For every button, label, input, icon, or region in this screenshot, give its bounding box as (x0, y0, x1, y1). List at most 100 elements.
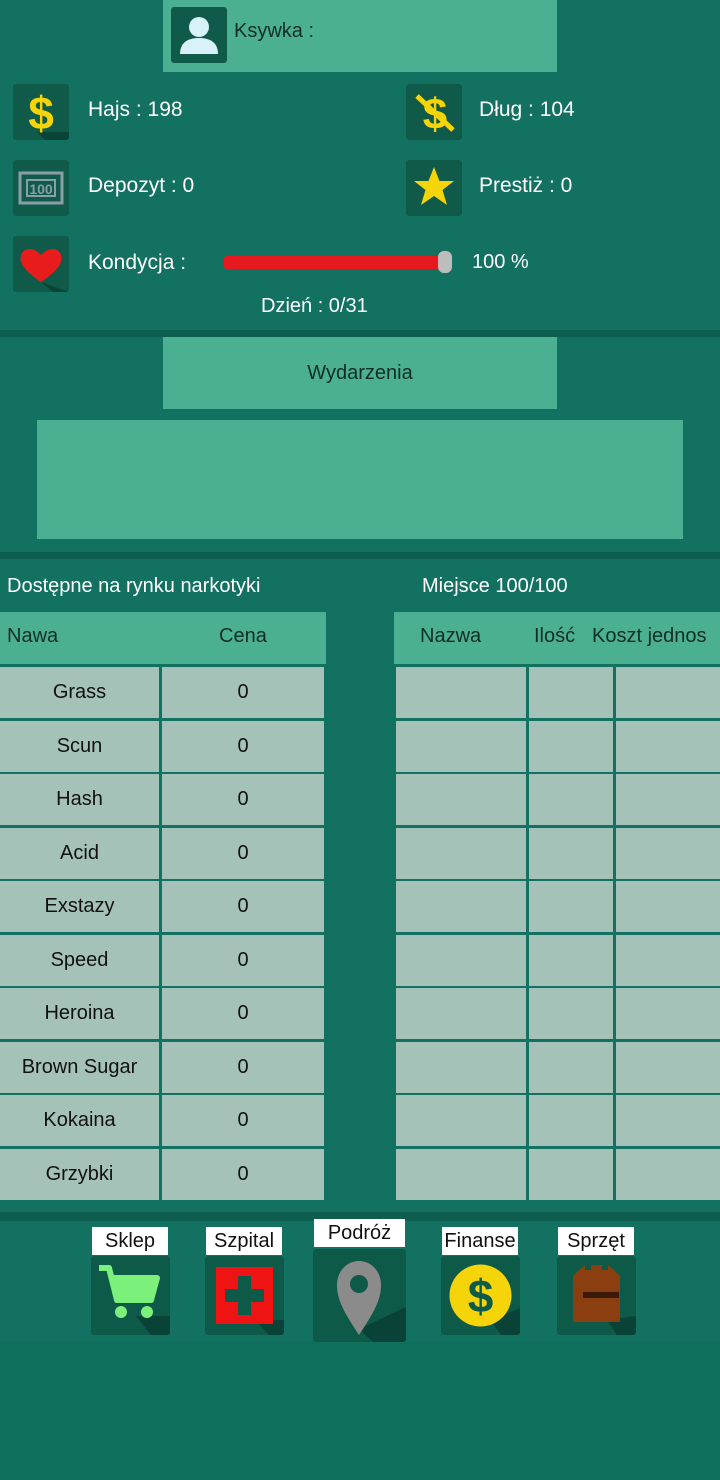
inventory-row-name[interactable] (396, 1042, 526, 1093)
market-row-name[interactable]: Grzybki (0, 1149, 159, 1200)
divider (0, 552, 720, 559)
market-row-price[interactable]: 0 (162, 828, 324, 879)
market-title: Dostępne na rynku narkotyki (7, 575, 261, 597)
inventory-row-quantity[interactable] (529, 774, 613, 825)
market-row-name[interactable]: Acid (0, 828, 159, 879)
inventory-row-unit-cost[interactable] (616, 881, 720, 932)
nav-shop-label: Sklep (92, 1227, 168, 1255)
inventory-row-unit-cost[interactable] (616, 721, 720, 772)
nav-equipment-button[interactable]: Sprzęt (557, 1227, 636, 1335)
inventory-row-unit-cost[interactable] (616, 935, 720, 986)
market-row-name[interactable]: Exstazy (0, 881, 159, 932)
inventory-row-unit-cost[interactable] (616, 1095, 720, 1146)
inventory-row-quantity[interactable] (529, 1095, 613, 1146)
market-row-price[interactable]: 0 (162, 881, 324, 932)
market-row-price[interactable]: 0 (162, 988, 324, 1039)
market-row-price[interactable]: 0 (162, 1095, 324, 1146)
prestige-label: Prestiż : 0 (479, 174, 573, 197)
column-header-name: Nawa (7, 625, 59, 647)
market-table-header: Nawa Cena (0, 612, 326, 664)
map-pin-icon (313, 1249, 406, 1342)
condition-bar (224, 256, 446, 269)
market-row-name[interactable]: Kokaina (0, 1095, 159, 1146)
backpack-icon (557, 1256, 636, 1335)
column-header-unit-cost: Koszt jednos (592, 625, 707, 647)
inventory-row-name[interactable] (396, 881, 526, 932)
inventory-row-quantity[interactable] (529, 935, 613, 986)
condition-bar-knob (438, 251, 452, 273)
market-row-price[interactable]: 0 (162, 721, 324, 772)
cash-label: Hajs : 198 (88, 98, 183, 121)
deposit-label: Depozyt : 0 (88, 174, 195, 197)
inventory-row-quantity[interactable] (529, 1042, 613, 1093)
inventory-row-unit-cost[interactable] (616, 828, 720, 879)
nav-equipment-label: Sprzęt (558, 1227, 634, 1255)
user-icon (180, 17, 218, 54)
cart-icon (91, 1256, 170, 1335)
svg-text:100: 100 (29, 181, 53, 197)
inventory-row-unit-cost[interactable] (616, 774, 720, 825)
inventory-title: Miejsce 100/100 (422, 575, 568, 597)
events-title: Wydarzenia (163, 337, 557, 409)
nav-hospital-label: Szpital (206, 1227, 282, 1255)
nav-travel-button[interactable]: Podróż (313, 1219, 406, 1342)
inventory-row-name[interactable] (396, 935, 526, 986)
footer-area (0, 1342, 720, 1480)
column-header-name: Nazwa (420, 625, 482, 647)
inventory-row-name[interactable] (396, 828, 526, 879)
nav-finance-label: Finanse (442, 1227, 518, 1255)
inventory-table-header: Nazwa Ilość Koszt jednos (394, 612, 720, 664)
condition-bar-fill (224, 256, 446, 269)
deposit-icon: 100 (13, 160, 69, 216)
condition-value: 100 % (472, 251, 529, 273)
column-header-quantity: Ilość (534, 625, 576, 647)
nickname-label: Ksywka : (234, 20, 315, 42)
nav-hospital-button[interactable]: Szpital (205, 1227, 284, 1335)
inventory-row-unit-cost[interactable] (616, 667, 720, 718)
divider (0, 330, 720, 337)
inventory-row-unit-cost[interactable] (616, 1042, 720, 1093)
dollar-icon: $ (13, 84, 69, 140)
market-row-name[interactable]: Speed (0, 935, 159, 986)
inventory-row-name[interactable] (396, 667, 526, 718)
dollar-coin-icon: $ (441, 1256, 520, 1335)
market-row-price[interactable]: 0 (162, 935, 324, 986)
svg-text:$: $ (28, 87, 54, 139)
debt-icon: $ (406, 84, 462, 140)
heart-icon (13, 236, 69, 292)
hospital-cross-icon (205, 1256, 284, 1335)
market-row-name[interactable]: Brown Sugar (0, 1042, 159, 1093)
star-icon (406, 160, 462, 216)
market-row-price[interactable]: 0 (162, 667, 324, 718)
market-row-price[interactable]: 0 (162, 774, 324, 825)
inventory-row-unit-cost[interactable] (616, 988, 720, 1039)
debt-label: Dług : 104 (479, 98, 575, 121)
market-row-price[interactable]: 0 (162, 1042, 324, 1093)
nav-travel-label: Podróż (314, 1219, 405, 1247)
market-row-name[interactable]: Hash (0, 774, 159, 825)
inventory-row-name[interactable] (396, 774, 526, 825)
condition-label: Kondycja : (88, 251, 187, 274)
inventory-row-quantity[interactable] (529, 1149, 613, 1200)
inventory-row-quantity[interactable] (529, 667, 613, 718)
inventory-row-name[interactable] (396, 1149, 526, 1200)
avatar (171, 7, 227, 63)
inventory-row-quantity[interactable] (529, 828, 613, 879)
inventory-row-unit-cost[interactable] (616, 1149, 720, 1200)
inventory-row-quantity[interactable] (529, 881, 613, 932)
market-row-name[interactable]: Scun (0, 721, 159, 772)
svg-text:$: $ (468, 1270, 494, 1322)
inventory-row-name[interactable] (396, 1095, 526, 1146)
nav-shop-button[interactable]: Sklep (91, 1227, 170, 1335)
market-row-name[interactable]: Heroina (0, 988, 159, 1039)
inventory-row-name[interactable] (396, 988, 526, 1039)
market-row-price[interactable]: 0 (162, 1149, 324, 1200)
inventory-row-name[interactable] (396, 721, 526, 772)
inventory-row-quantity[interactable] (529, 721, 613, 772)
inventory-row-quantity[interactable] (529, 988, 613, 1039)
events-log (37, 420, 683, 539)
nav-finance-button[interactable]: Finanse $ (441, 1227, 520, 1335)
market-row-name[interactable]: Grass (0, 667, 159, 718)
day-counter: Dzień : 0/31 (261, 295, 368, 317)
column-header-price: Cena (219, 625, 267, 647)
